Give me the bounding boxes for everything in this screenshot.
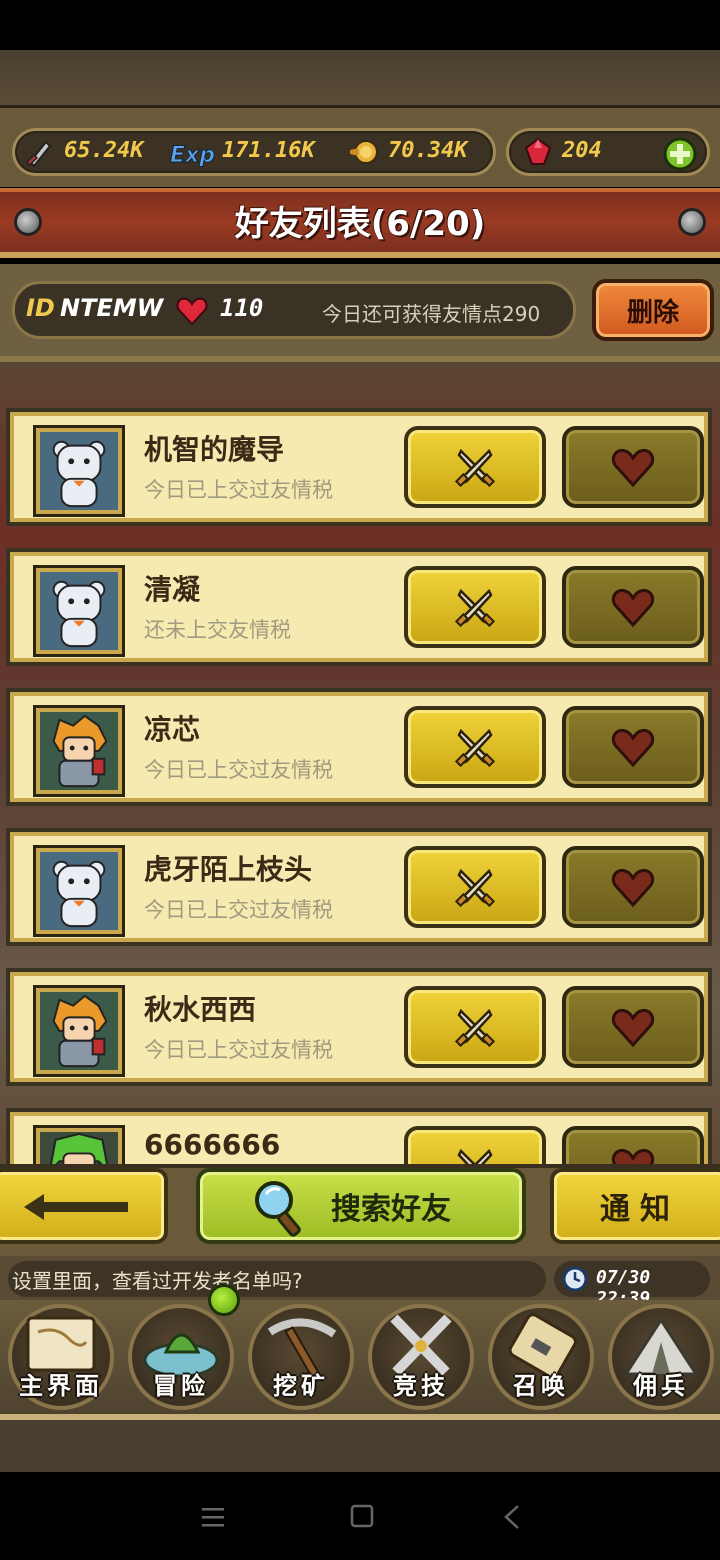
heart-icon: [176, 297, 208, 326]
send-heart-button[interactable]: [562, 566, 704, 648]
battle-friend-button[interactable]: [404, 986, 546, 1068]
footer-decoration: [0, 1420, 720, 1472]
send-heart-button[interactable]: [562, 426, 704, 508]
send-heart-button[interactable]: [562, 1126, 704, 1166]
friend-row[interactable]: 凉芯今日已上交过友情税: [6, 688, 712, 806]
send-heart-button[interactable]: [562, 846, 704, 928]
nav-item-pickaxe[interactable]: 挖矿: [242, 1304, 360, 1412]
send-heart-button[interactable]: [562, 986, 704, 1068]
battle-friend-button[interactable]: [404, 846, 546, 928]
ruby-icon: [524, 137, 552, 165]
heart-icon: [611, 448, 655, 488]
id-label: ID: [26, 294, 55, 322]
friend-tax-status: 今日已上交过友情税: [144, 898, 333, 922]
battle-friend-button[interactable]: [404, 1126, 546, 1166]
menu-icon[interactable]: [200, 1506, 226, 1528]
battle-friend-button[interactable]: [404, 566, 546, 648]
friend-tax-status: 今日已上交过友情税: [144, 478, 333, 502]
nav-item-island[interactable]: 冒险: [122, 1304, 240, 1412]
friendship-points-text: 今日还可获得友情点290: [322, 302, 541, 326]
delete-button[interactable]: 删除: [592, 279, 714, 341]
gem-value: 204: [562, 138, 602, 163]
friend-name: 机智的魔导: [144, 433, 285, 466]
crossed-swords-icon: [457, 1148, 493, 1166]
friend-tax-status: 还未上交友情税: [144, 618, 291, 642]
gold-coin-icon: [350, 140, 378, 164]
exp-value: 171.16K: [222, 138, 315, 163]
home-square-icon[interactable]: [350, 1504, 374, 1528]
friend-name: 6666666: [144, 1128, 281, 1161]
friend-row[interactable]: 机智的魔导今日已上交过友情税: [6, 408, 712, 526]
crossed-swords-icon: [454, 588, 496, 628]
send-heart-button[interactable]: [562, 706, 704, 788]
friend-name: 清凝: [144, 573, 201, 606]
friend-row[interactable]: 虎牙陌上枝头今日已上交过友情税: [6, 828, 712, 946]
nav-label: 挖矿: [273, 1372, 329, 1400]
nav-item-crossed-swords[interactable]: 竞技: [362, 1304, 480, 1412]
friend-row[interactable]: 清凝 还未上交友情税: [6, 548, 712, 666]
nav-item-tent[interactable]: 佣兵: [602, 1304, 720, 1412]
heart-count: 110: [220, 294, 264, 322]
page-title: 好友列表(6/20): [234, 204, 486, 244]
news-ticker: 设置里面，查看过开发者名单吗?: [8, 1261, 546, 1297]
arrow-left-icon: [24, 1194, 128, 1220]
add-gems-icon[interactable]: [662, 136, 698, 172]
bear-avatar[interactable]: [36, 848, 122, 934]
attack-value: 65.24K: [64, 138, 144, 163]
heart-icon: [611, 1148, 655, 1166]
exp-icon: Exp: [170, 143, 216, 169]
crossed-swords-icon: [454, 728, 496, 768]
nav-label: 佣兵: [633, 1372, 689, 1400]
svg-text:Exp: Exp: [170, 143, 215, 168]
clock-icon: [562, 1266, 588, 1292]
heart-icon: [611, 1008, 655, 1048]
nav-label: 冒险: [153, 1372, 209, 1400]
search-friends-label: 搜索好友: [331, 1192, 451, 1227]
notify-button[interactable]: 通知: [550, 1168, 720, 1244]
notification-dot: [208, 1284, 240, 1316]
crossed-swords-icon: [454, 448, 496, 488]
heart-icon: [611, 588, 655, 628]
friend-row[interactable]: 6666666: [6, 1108, 712, 1166]
nav-item-map-scroll[interactable]: 主界面: [2, 1304, 120, 1412]
friend-name: 虎牙陌上枝头: [144, 853, 313, 886]
heart-icon: [611, 868, 655, 908]
heart-icon: [611, 728, 655, 768]
friend-tax-status: 今日已上交过友情税: [144, 758, 333, 782]
nav-label: 竞技: [393, 1372, 449, 1400]
magnifier-icon: [255, 1181, 301, 1237]
status-bar: [0, 0, 720, 50]
nav-item-summon-scroll[interactable]: 召唤: [482, 1304, 600, 1412]
friend-name: 秋水西西: [144, 993, 257, 1026]
nav-label: 召唤: [513, 1372, 569, 1400]
green-hair-avatar[interactable]: [36, 1128, 122, 1166]
nav-label: 主界面: [19, 1372, 103, 1400]
gold-value: 70.34K: [388, 138, 468, 163]
crossed-swords-icon: [454, 1008, 496, 1048]
back-button[interactable]: [0, 1168, 168, 1244]
friend-row[interactable]: 秋水西西今日已上交过友情税: [6, 968, 712, 1086]
search-friends-button[interactable]: 搜索好友: [196, 1168, 526, 1244]
battle-friend-button[interactable]: [404, 706, 546, 788]
crossed-swords-icon: [454, 868, 496, 908]
friend-list[interactable]: 机智的魔导 今日已上交过友情税 清凝 还未上交友情税 凉芯 今日已上交过友情税 虎牙陌上枝头…: [0, 356, 720, 1166]
back-chevron-icon[interactable]: [502, 1504, 522, 1530]
hero-avatar[interactable]: [36, 708, 122, 794]
player-id: NTEMW: [60, 294, 164, 322]
battle-friend-button[interactable]: [404, 426, 546, 508]
friend-name: 凉芯: [144, 713, 201, 746]
hero-avatar[interactable]: [36, 988, 122, 1074]
bear-avatar[interactable]: [36, 428, 122, 514]
friend-tax-status: 今日已上交过友情税: [144, 1038, 333, 1062]
bear-avatar[interactable]: [36, 568, 122, 654]
sword-icon: [25, 140, 52, 168]
header-decoration: [0, 50, 720, 105]
system-nav-bar: [0, 1472, 720, 1560]
